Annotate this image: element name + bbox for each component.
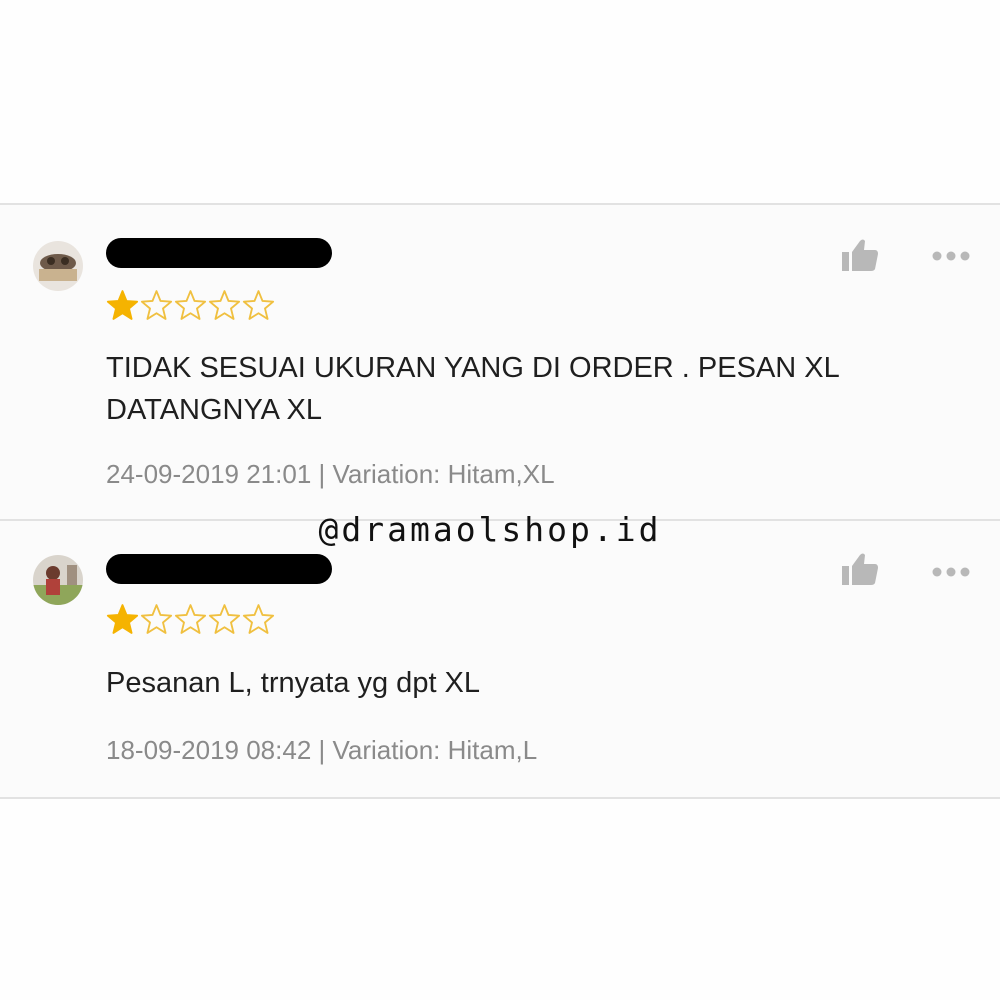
reviewer-avatar[interactable] bbox=[33, 555, 83, 605]
star-empty-icon bbox=[242, 290, 275, 320]
reviews-page: TIDAK SESUAI UKURAN YANG DI ORDER . PESA… bbox=[0, 0, 1000, 1000]
review-text: Pesanan L, trnyata yg dpt XL bbox=[106, 667, 481, 699]
watermark-text: @dramaolshop.id bbox=[318, 510, 662, 549]
thumbs-up-icon[interactable] bbox=[840, 551, 880, 587]
star-empty-icon bbox=[174, 290, 207, 320]
star-empty-icon bbox=[208, 604, 241, 634]
star-rating bbox=[106, 603, 275, 635]
review-card: TIDAK SESUAI UKURAN YANG DI ORDER . PESA… bbox=[0, 203, 1000, 521]
star-empty-icon bbox=[174, 604, 207, 634]
star-filled-icon bbox=[106, 604, 139, 634]
star-empty-icon bbox=[140, 290, 173, 320]
reviewer-name-redacted bbox=[106, 554, 332, 584]
star-empty-icon bbox=[208, 290, 241, 320]
more-options-icon[interactable] bbox=[930, 249, 974, 261]
star-empty-icon bbox=[140, 604, 173, 634]
review-card: Pesanan L, trnyata yg dpt XL 18-09-2019 … bbox=[0, 521, 1000, 799]
review-meta: 24-09-2019 21:01 | Variation: Hitam,XL bbox=[106, 459, 555, 489]
star-filled-icon bbox=[106, 290, 139, 320]
thumbs-up-icon[interactable] bbox=[840, 237, 880, 273]
star-rating bbox=[106, 289, 275, 321]
more-options-icon[interactable] bbox=[930, 565, 974, 577]
star-empty-icon bbox=[242, 604, 275, 634]
reviewer-avatar[interactable] bbox=[33, 241, 83, 291]
review-text: TIDAK SESUAI UKURAN YANG DI ORDER . PESA… bbox=[106, 352, 840, 426]
reviewer-name-redacted bbox=[106, 238, 332, 268]
review-meta: 18-09-2019 08:42 | Variation: Hitam,L bbox=[106, 735, 538, 765]
